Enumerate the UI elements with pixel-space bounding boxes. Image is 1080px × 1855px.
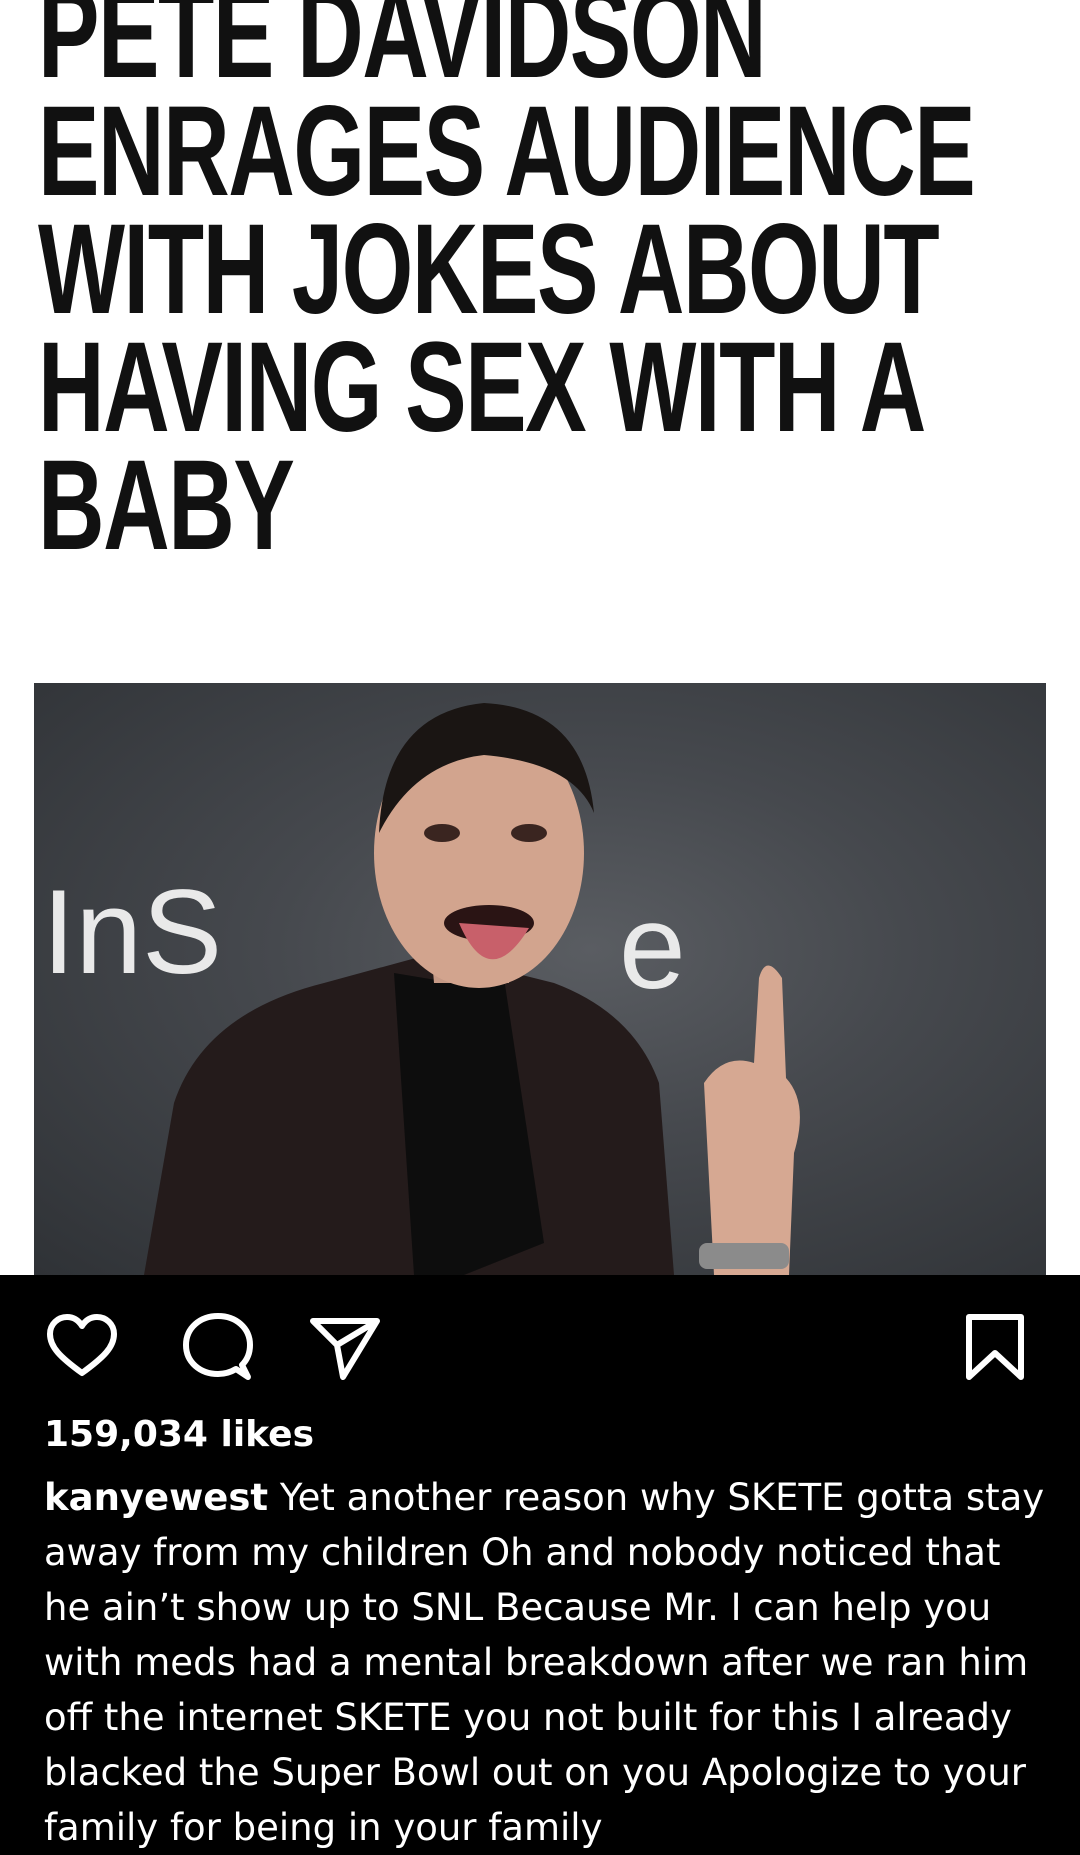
caption-line: kanyewest Yet another reason why SKETE g…	[44, 1470, 1054, 1525]
caption-username[interactable]: kanyewest	[44, 1476, 268, 1519]
post-caption: kanyewest Yet another reason why SKETE g…	[44, 1470, 1054, 1855]
right-eye	[511, 824, 547, 842]
headline-line: HAVING SEX WITH A	[38, 316, 926, 459]
caption-line: away from my children Oh and nobody noti…	[44, 1531, 1001, 1574]
article-screenshot: PETE DAVIDSON ENRAGES AUDIENCE WITH JOKE…	[0, 0, 1080, 1275]
post-action-bar	[0, 1275, 1080, 1415]
likes-count[interactable]: 159,034 likes	[44, 1410, 314, 1460]
like-button[interactable]	[42, 1307, 122, 1387]
left-eye	[424, 824, 460, 842]
headline-line: BABY	[38, 434, 295, 577]
headline-line: ENRAGES AUDIENCE	[38, 80, 976, 223]
comment-icon	[183, 1313, 253, 1380]
caption-line: with meds had a mental breakdown after w…	[44, 1641, 1029, 1684]
article-headline: PETE DAVIDSON ENRAGES AUDIENCE WITH JOKE…	[38, 0, 976, 577]
share-button[interactable]	[305, 1307, 385, 1387]
caption-line: family for being in your family	[44, 1806, 603, 1849]
photo-illustration: InS e	[42, 703, 800, 1275]
backdrop-logo: InS	[42, 865, 222, 999]
backdrop-logo-end: e	[619, 880, 686, 1014]
watch-shape	[699, 1243, 789, 1269]
caption-line: blacked the Super Bowl out on you Apolog…	[44, 1751, 1026, 1794]
headline-line: WITH JOKES ABOUT	[38, 198, 940, 341]
hand-shape	[704, 965, 800, 1275]
bookmark-icon	[966, 1314, 1024, 1380]
comment-button[interactable]	[178, 1307, 258, 1387]
caption-line: off the internet SKETE you not built for…	[44, 1696, 1012, 1739]
caption-line: he ain’t show up to SNL Because Mr. I ca…	[44, 1586, 992, 1629]
save-button[interactable]	[955, 1307, 1035, 1387]
post-photo[interactable]: InS e	[34, 683, 1046, 1275]
send-icon	[310, 1318, 380, 1380]
heart-icon	[47, 1314, 117, 1376]
caption-text: Yet another reason why SKETE gotta stay	[268, 1476, 1045, 1519]
